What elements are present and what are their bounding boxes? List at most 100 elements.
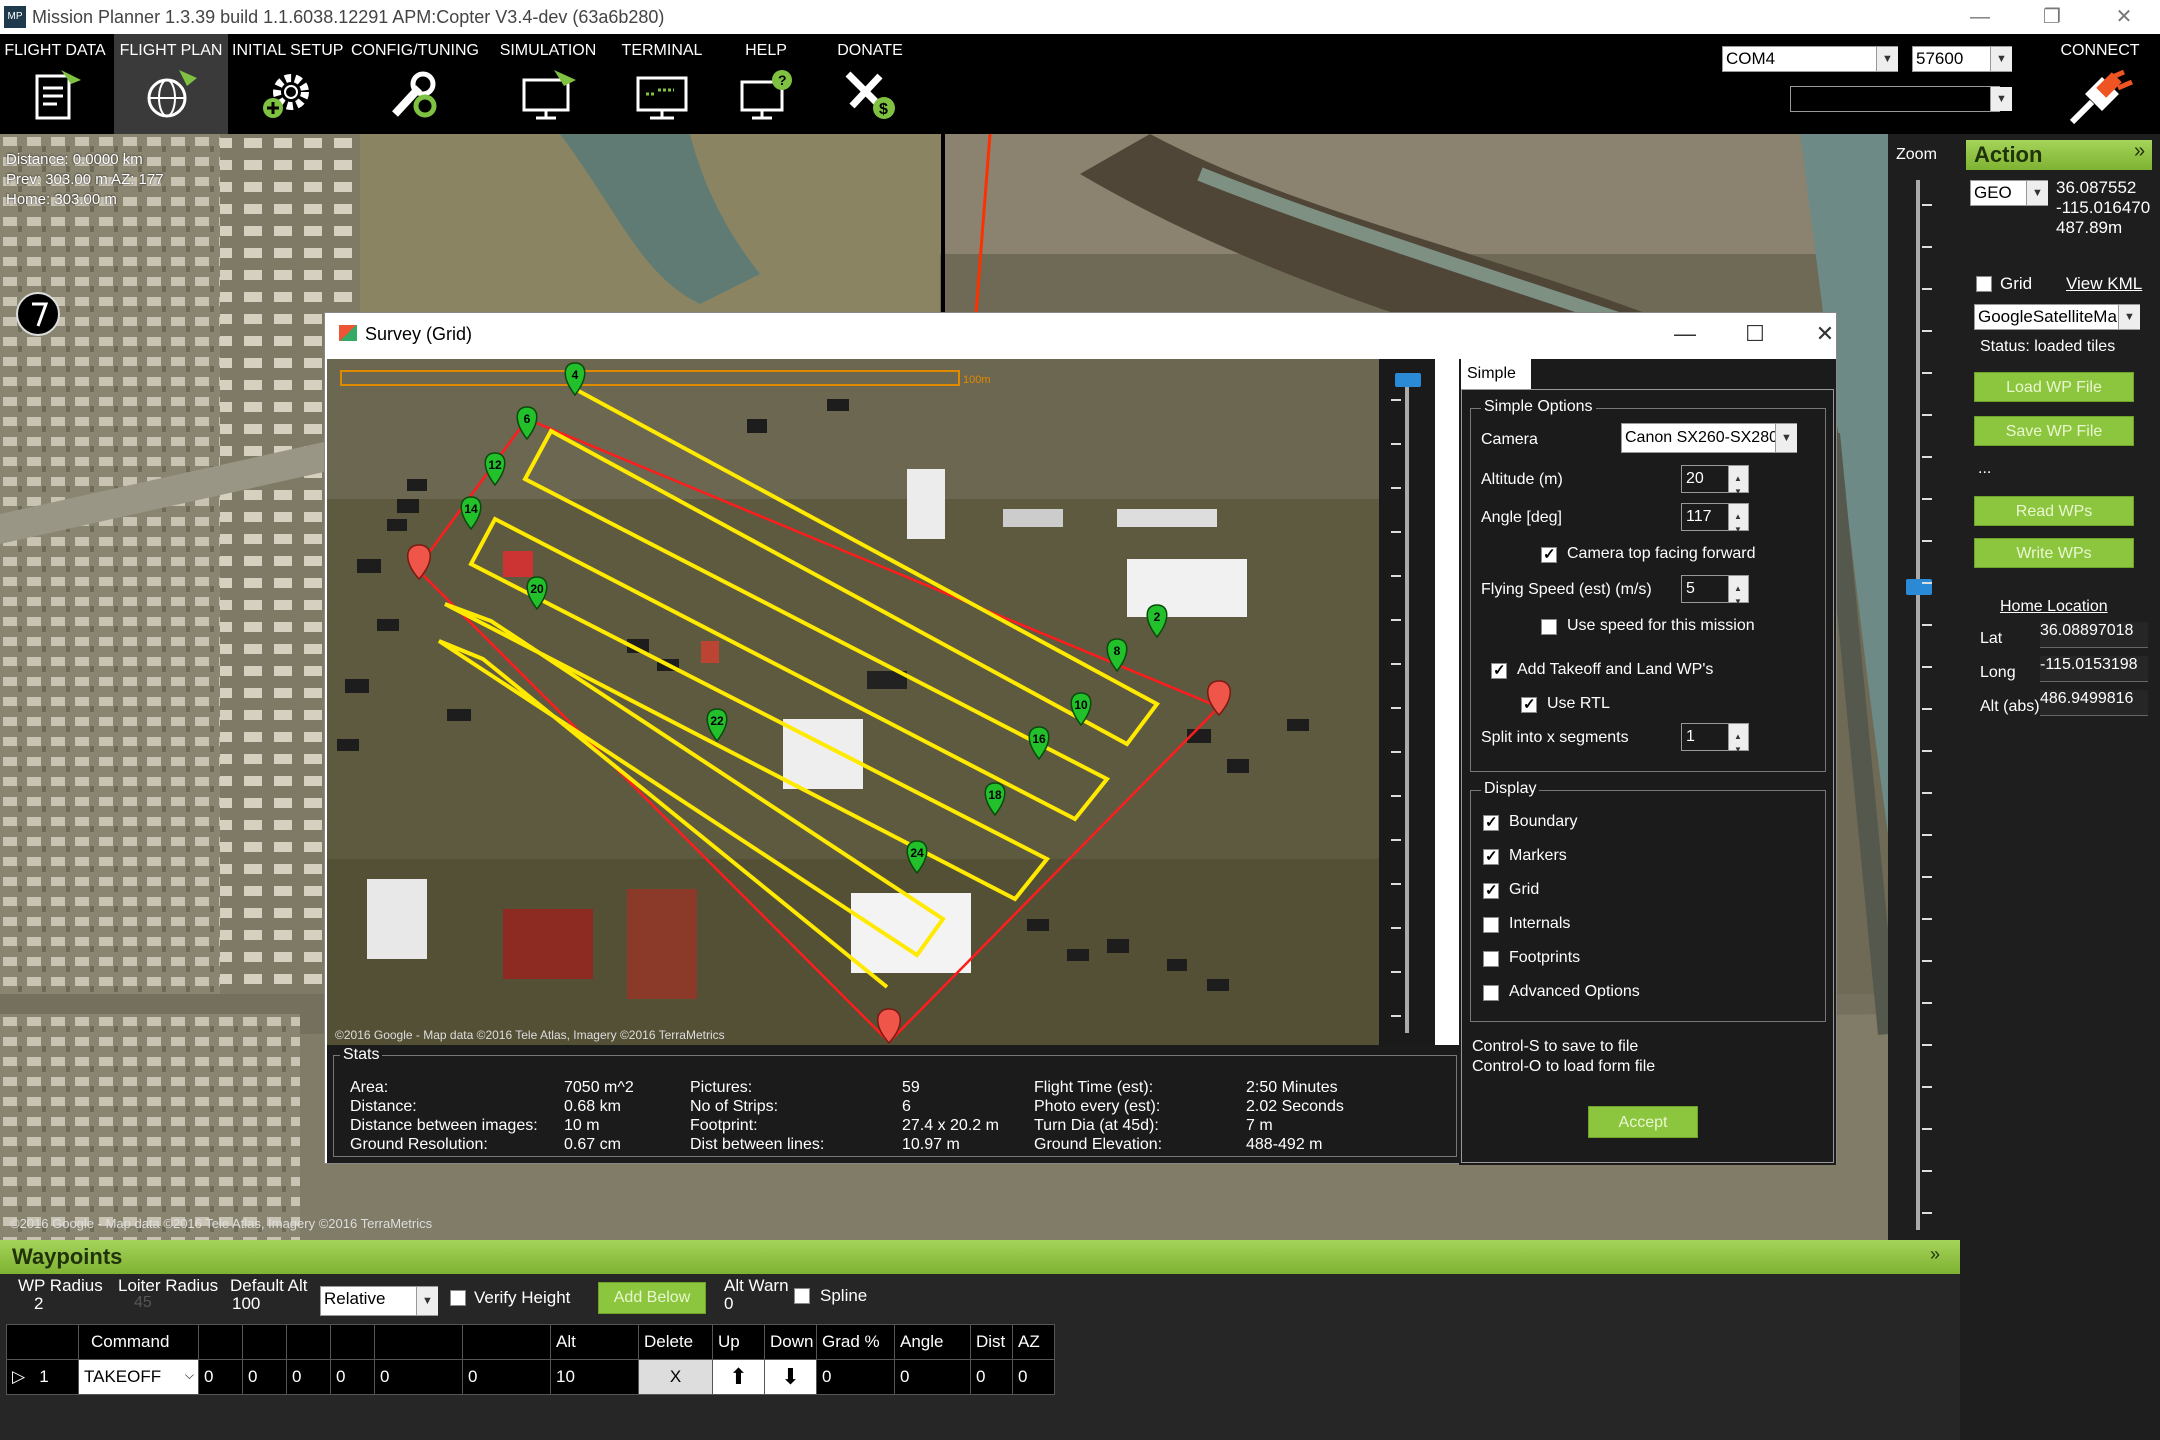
- display-grid-checkbox[interactable]: [1483, 881, 1499, 904]
- col-header-delete[interactable]: Delete: [638, 1324, 713, 1360]
- altitude-input[interactable]: 20: [1681, 465, 1749, 505]
- chevron-down-icon[interactable]: ▼: [1775, 424, 1797, 452]
- param2-cell[interactable]: 0: [242, 1359, 287, 1395]
- chevron-down-icon[interactable]: ⌵: [185, 1368, 194, 1383]
- menu-terminal[interactable]: TERMINAL: [614, 34, 710, 134]
- camera-select[interactable]: Canon SX260-SX280: [1621, 423, 1797, 453]
- use-speed-checkbox[interactable]: [1541, 619, 1557, 640]
- display-boundary-checkbox[interactable]: [1483, 813, 1499, 836]
- accept-button[interactable]: Accept: [1588, 1106, 1698, 1138]
- minimize-button[interactable]: —: [1960, 3, 2000, 31]
- split-spinner[interactable]: [1728, 724, 1748, 763]
- col-header[interactable]: [286, 1324, 331, 1360]
- lat-cell[interactable]: 0: [374, 1359, 463, 1395]
- col-header-dist[interactable]: Dist: [970, 1324, 1013, 1360]
- com-port-select[interactable]: COM4: [1722, 46, 1898, 72]
- col-header[interactable]: [198, 1324, 243, 1360]
- col-header-grad[interactable]: Grad %: [816, 1324, 895, 1360]
- display-markers-checkbox[interactable]: [1483, 847, 1499, 870]
- close-button[interactable]: ✕: [2104, 3, 2144, 31]
- survey-close-button[interactable]: ✕: [1795, 317, 1855, 351]
- use-rtl-checkbox[interactable]: [1521, 695, 1537, 718]
- more-ellipsis[interactable]: ...: [1978, 460, 1991, 478]
- move-up-button[interactable]: ⬆: [712, 1359, 765, 1395]
- alt-warn-input[interactable]: 0: [724, 1294, 733, 1314]
- verify-height-checkbox[interactable]: [450, 1290, 466, 1311]
- row-index[interactable]: ▷ 1: [6, 1359, 79, 1395]
- alt-cell[interactable]: 10: [550, 1359, 639, 1395]
- chevron-down-icon[interactable]: ▼: [416, 1287, 438, 1315]
- table-row[interactable]: ▷ 1 TAKEOFF ⌵ 0 0 0 0 0 0 10 X ⬆ ⬇ 0 0 0 …: [6, 1359, 1055, 1395]
- home-long-input[interactable]: -115.0153198: [2040, 656, 2148, 682]
- save-wp-file-button[interactable]: Save WP File: [1974, 416, 2134, 446]
- camera-top-checkbox[interactable]: [1541, 545, 1557, 568]
- col-header-az[interactable]: AZ: [1012, 1324, 1055, 1360]
- restore-button[interactable]: ❐: [2032, 3, 2072, 31]
- menu-initial-setup[interactable]: INITIAL SETUP: [232, 34, 343, 134]
- param4-cell[interactable]: 0: [330, 1359, 375, 1395]
- col-header[interactable]: [242, 1324, 287, 1360]
- menu-config-tuning[interactable]: CONFIG/TUNING: [350, 34, 480, 134]
- col-header-up[interactable]: Up: [712, 1324, 765, 1360]
- view-kml-link[interactable]: View KML: [2066, 274, 2142, 294]
- survey-map[interactable]: 100m ©2016 Google - Map data ©2016 Tele …: [327, 359, 1379, 1045]
- angle-input[interactable]: 117: [1681, 503, 1749, 543]
- col-header-down[interactable]: Down: [764, 1324, 817, 1360]
- col-header[interactable]: [374, 1324, 463, 1360]
- angle-spinner[interactable]: [1728, 504, 1748, 543]
- add-below-button[interactable]: Add Below: [598, 1282, 706, 1314]
- expand-icon[interactable]: »: [1930, 1244, 1940, 1265]
- col-header[interactable]: [330, 1324, 375, 1360]
- connect-plug-icon[interactable]: [2066, 68, 2136, 128]
- param3-cell[interactable]: 0: [286, 1359, 331, 1395]
- col-header-alt[interactable]: Alt: [550, 1324, 639, 1360]
- speed-spinner[interactable]: [1728, 576, 1748, 615]
- map-type-select[interactable]: GoogleSatelliteMap: [1974, 304, 2140, 330]
- takeoff-land-checkbox[interactable]: [1491, 661, 1507, 684]
- compass-icon[interactable]: [16, 292, 60, 336]
- load-wp-file-button[interactable]: Load WP File: [1974, 372, 2134, 402]
- home-alt-input[interactable]: 486.9499816: [2040, 690, 2148, 716]
- survey-minimize-button[interactable]: —: [1655, 317, 1715, 351]
- survey-zoom-thumb[interactable]: [1395, 373, 1421, 387]
- wp-radius-input[interactable]: 2: [34, 1294, 43, 1314]
- delete-button[interactable]: X: [638, 1359, 713, 1395]
- col-header-angle[interactable]: Angle: [894, 1324, 971, 1360]
- display-advanced-options-checkbox[interactable]: [1483, 985, 1499, 1006]
- col-header[interactable]: [462, 1324, 551, 1360]
- link-profile-select[interactable]: [1790, 86, 2000, 112]
- menu-simulation[interactable]: SIMULATION: [490, 34, 606, 134]
- menu-flight-data[interactable]: FLIGHT DATA: [0, 34, 110, 134]
- chevron-down-icon[interactable]: ▼: [2118, 305, 2140, 329]
- menu-help[interactable]: HELP ?: [718, 34, 814, 134]
- survey-zoom-track[interactable]: [1405, 373, 1409, 1033]
- display-footprints-checkbox[interactable]: [1483, 951, 1499, 972]
- display-internals-checkbox[interactable]: [1483, 917, 1499, 938]
- grid-checkbox[interactable]: [1976, 276, 1992, 297]
- command-select[interactable]: TAKEOFF ⌵: [78, 1359, 199, 1395]
- zoom-slider-track[interactable]: [1916, 180, 1920, 1230]
- survey-maximize-button[interactable]: ☐: [1725, 317, 1785, 351]
- loiter-radius-input[interactable]: 45: [134, 1294, 152, 1312]
- move-down-button[interactable]: ⬇: [764, 1359, 817, 1395]
- home-location-link[interactable]: Home Location: [2000, 598, 2108, 616]
- chevron-down-icon[interactable]: ▼: [1876, 47, 1898, 71]
- chevron-down-icon[interactable]: ▼: [1990, 87, 2012, 111]
- read-wps-button[interactable]: Read WPs: [1974, 496, 2134, 526]
- write-wps-button[interactable]: Write WPs: [1974, 538, 2134, 568]
- chevron-down-icon[interactable]: ▼: [1990, 47, 2012, 71]
- home-lat-input[interactable]: 36.08897018: [2040, 622, 2148, 648]
- speed-input[interactable]: 5: [1681, 575, 1749, 615]
- default-alt-input[interactable]: 100: [232, 1294, 260, 1314]
- tab-simple[interactable]: Simple: [1461, 359, 1531, 389]
- collapse-icon[interactable]: »: [2134, 140, 2145, 163]
- param1-cell[interactable]: 0: [198, 1359, 243, 1395]
- lon-cell[interactable]: 0: [462, 1359, 551, 1395]
- split-input[interactable]: 1: [1681, 723, 1749, 763]
- menu-donate[interactable]: DONATE $: [820, 34, 920, 134]
- col-header-command[interactable]: Command: [78, 1324, 199, 1360]
- altitude-spinner[interactable]: [1728, 466, 1748, 505]
- menu-flight-plan[interactable]: FLIGHT PLAN: [114, 34, 228, 134]
- spline-checkbox[interactable]: [794, 1288, 810, 1309]
- chevron-down-icon[interactable]: ▼: [2026, 181, 2048, 205]
